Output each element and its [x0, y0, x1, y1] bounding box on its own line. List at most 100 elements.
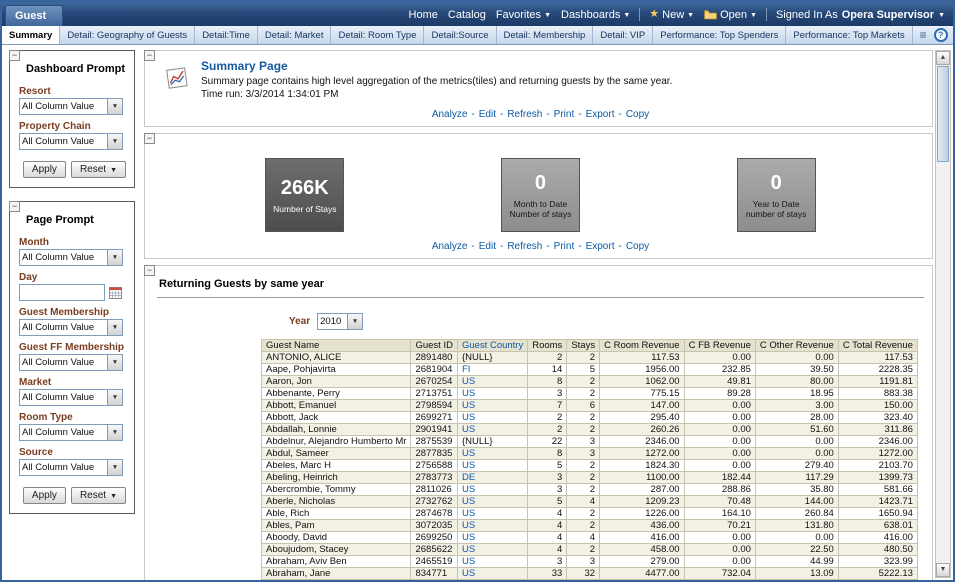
page-options-icon[interactable]: ≡ [920, 28, 927, 42]
source-select[interactable]: All Column Value▼ [19, 459, 123, 476]
link-label: Open [720, 9, 747, 21]
signed-in-text: Signed In As [776, 9, 838, 21]
page-tab-detail-market[interactable]: Detail: Market [258, 26, 332, 44]
refresh-link[interactable]: Refresh [507, 241, 542, 252]
guest-country-cell[interactable]: DE [457, 472, 527, 484]
chevron-down-icon[interactable]: ▼ [347, 314, 362, 329]
guest-country-cell[interactable]: US [457, 484, 527, 496]
page-tab-detail-membership[interactable]: Detail: Membership [497, 26, 594, 44]
print-link[interactable]: Print [554, 241, 575, 252]
help-icon[interactable]: ? [934, 28, 948, 42]
chevron-down-icon[interactable]: ▼ [107, 320, 122, 335]
page-tab-performance-top-markets[interactable]: Performance: Top Markets [786, 26, 912, 44]
refresh-link[interactable]: Refresh [507, 109, 542, 120]
apply-button[interactable]: Apply [23, 487, 66, 504]
link-label: New [662, 9, 684, 21]
guest-country-cell[interactable]: US [457, 376, 527, 388]
resort-select[interactable]: All Column Value▼ [19, 98, 123, 115]
guest-country-cell[interactable]: US [457, 580, 527, 581]
c-fb-revenue-header[interactable]: C FB Revenue [684, 340, 755, 352]
analyze-link[interactable]: Analyze [432, 241, 468, 252]
calendar-icon[interactable] [109, 286, 122, 299]
page-tab-detail-vip[interactable]: Detail: VIP [593, 26, 653, 44]
collapse-icon[interactable]: − [9, 201, 20, 212]
analyze-link[interactable]: Analyze [432, 109, 468, 120]
page-prompt-fields: MonthAll Column Value▼DayGuest Membershi… [19, 237, 128, 476]
global-link-catalog[interactable]: Catalog [448, 9, 486, 21]
guest-country-cell[interactable]: US [457, 544, 527, 556]
guest-country-cell[interactable]: US [457, 400, 527, 412]
copy-link[interactable]: Copy [626, 109, 649, 120]
guest-id-header[interactable]: Guest ID [411, 340, 458, 352]
copy-link[interactable]: Copy [626, 241, 649, 252]
guest-country-cell[interactable]: US [457, 448, 527, 460]
vertical-scrollbar[interactable]: ▲ ▼ [935, 50, 951, 578]
month-select[interactable]: All Column Value▼ [19, 249, 123, 266]
page-tab-performance-top-spenders[interactable]: Performance: Top Spenders [653, 26, 786, 44]
global-link-favorites[interactable]: Favorites▼ [496, 9, 551, 21]
action-open[interactable]: Open▼ [704, 9, 757, 21]
guest-country-cell[interactable]: US [457, 568, 527, 580]
selected-value: All Column Value [20, 134, 107, 149]
export-link[interactable]: Export [586, 241, 615, 252]
reset-button[interactable]: Reset▼ [71, 161, 126, 178]
guest-country-cell[interactable]: US [457, 532, 527, 544]
page-tab-detail-geography-of-guests[interactable]: Detail: Geography of Guests [60, 26, 195, 44]
year-select[interactable]: 2010 ▼ [317, 313, 363, 330]
edit-link[interactable]: Edit [479, 241, 496, 252]
guest-country-cell[interactable]: US [457, 496, 527, 508]
print-link[interactable]: Print [554, 109, 575, 120]
guest-country-cell[interactable]: US [457, 388, 527, 400]
guest-name-header[interactable]: Guest Name [262, 340, 411, 352]
collapse-icon[interactable]: − [144, 50, 155, 61]
guest-country-cell[interactable]: FI [457, 364, 527, 376]
guest-ff-membership-select[interactable]: All Column Value▼ [19, 354, 123, 371]
chevron-down-icon[interactable]: ▼ [107, 460, 122, 475]
prompt-field-day: Day [19, 272, 128, 301]
c-total-revenue-header[interactable]: C Total Revenue [838, 340, 917, 352]
market-select[interactable]: All Column Value▼ [19, 389, 123, 406]
dashboard-title-tab[interactable]: Guest [5, 5, 63, 26]
reset-button[interactable]: Reset▼ [71, 487, 126, 504]
guest-country-header[interactable]: Guest Country [457, 340, 527, 352]
global-link-dashboards[interactable]: Dashboards▼ [561, 9, 630, 21]
current-user[interactable]: Opera Supervisor [842, 9, 934, 21]
scroll-thumb[interactable] [937, 66, 949, 162]
day-input[interactable] [19, 284, 105, 301]
export-link[interactable]: Export [586, 109, 615, 120]
chevron-down-icon[interactable]: ▼ [107, 390, 122, 405]
chevron-down-icon[interactable]: ▼ [107, 355, 122, 370]
table-row: Abraham, Scott3019255US33387.0040.0075.0… [262, 580, 918, 581]
scroll-up-arrow[interactable]: ▲ [936, 51, 950, 65]
collapse-icon[interactable]: − [144, 133, 155, 144]
guest-country-cell[interactable]: US [457, 520, 527, 532]
room-type-select[interactable]: All Column Value▼ [19, 424, 123, 441]
chevron-down-icon[interactable]: ▼ [107, 134, 122, 149]
guest-country-cell[interactable]: US [457, 460, 527, 472]
page-tab-detail-time[interactable]: Detail:Time [195, 26, 258, 44]
chevron-down-icon[interactable]: ▼ [107, 250, 122, 265]
rooms-header[interactable]: Rooms [528, 340, 567, 352]
scroll-down-arrow[interactable]: ▼ [936, 563, 950, 577]
guest-country-cell[interactable]: US [457, 424, 527, 436]
page-tab-detail-source[interactable]: Detail:Source [424, 26, 496, 44]
collapse-icon[interactable]: − [144, 265, 155, 276]
guest-country-cell[interactable]: US [457, 412, 527, 424]
c-room-revenue-header[interactable]: C Room Revenue [600, 340, 685, 352]
edit-link[interactable]: Edit [479, 109, 496, 120]
action-new[interactable]: ★New▼ [649, 9, 694, 21]
stays-header[interactable]: Stays [567, 340, 600, 352]
property-chain-select[interactable]: All Column Value▼ [19, 133, 123, 150]
collapse-icon[interactable]: − [9, 50, 20, 61]
tile-label: Number of Stays [273, 204, 336, 214]
chevron-down-icon[interactable]: ▼ [107, 425, 122, 440]
page-tab-summary[interactable]: Summary [2, 26, 60, 44]
chevron-down-icon[interactable]: ▼ [107, 99, 122, 114]
guest-country-cell[interactable]: US [457, 556, 527, 568]
guest-country-cell[interactable]: US [457, 508, 527, 520]
apply-button[interactable]: Apply [23, 161, 66, 178]
guest-membership-select[interactable]: All Column Value▼ [19, 319, 123, 336]
c-other-revenue-header[interactable]: C Other Revenue [755, 340, 838, 352]
page-tab-detail-room-type[interactable]: Detail: Room Type [331, 26, 424, 44]
global-link-home[interactable]: Home [409, 9, 438, 21]
